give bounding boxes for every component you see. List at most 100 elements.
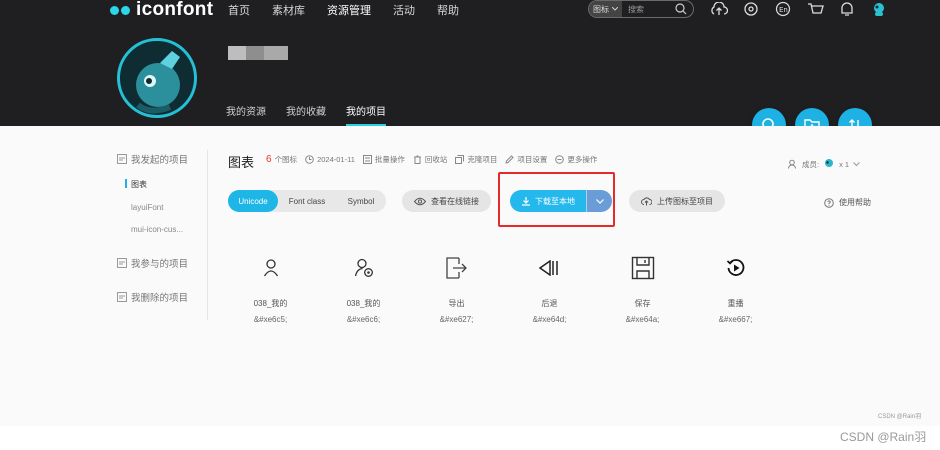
user-avatar-icon[interactable] — [869, 0, 889, 18]
mode-switch: Unicode Font class Symbol — [228, 190, 386, 212]
search-input[interactable]: 搜索 — [628, 4, 644, 15]
icon-code[interactable]: &#xe64a; — [596, 315, 689, 324]
help-icon — [824, 197, 834, 208]
project-title-row: 图表 — [228, 152, 254, 171]
members-icon — [788, 159, 796, 169]
main-nav: 首页 素材库 资源管理 活动 帮助 — [228, 2, 481, 18]
project-sidebar: 我发起的项目 图表 layuiFont mui-icon-cus... 我参与的… — [117, 152, 207, 304]
icon-count: 6 个图标 — [266, 154, 297, 165]
project-settings-label: 项目设置 — [517, 155, 548, 164]
tab-my-favorites[interactable]: 我的收藏 — [286, 103, 326, 126]
upload-icons-label: 上传图标至项目 — [657, 196, 713, 206]
icon-card[interactable]: 重播 &#xe667; — [689, 254, 782, 324]
usage-help-label: 使用帮助 — [839, 198, 871, 207]
nav-activity[interactable]: 活动 — [393, 2, 415, 18]
project-settings[interactable]: 项目设置 — [505, 154, 547, 165]
project-meta: 6 个图标 2024-01-11 批量操作 回收站 克隆项目 项目设置 更多操作 — [266, 154, 597, 165]
icon-card[interactable]: 038_我的 &#xe6c6; — [317, 254, 410, 324]
search-box: 图标 搜索 — [588, 0, 694, 18]
icon-name: 导出 — [448, 299, 465, 308]
username-redacted — [228, 46, 288, 60]
member-avatar-icon — [825, 159, 834, 167]
sidebar-joined-projects[interactable]: 我参与的项目 — [117, 256, 207, 270]
download-highlight-box — [498, 172, 615, 227]
sidebar-my-projects-label: 我发起的项目 — [131, 155, 189, 166]
recycle-bin[interactable]: 回收站 — [413, 154, 448, 165]
user-avatar[interactable] — [117, 38, 197, 118]
view-online-link-button[interactable]: 查看在线链接 — [402, 190, 491, 212]
icon-card[interactable]: 保存 &#xe64a; — [596, 254, 689, 324]
settings-wheel-icon[interactable] — [741, 0, 761, 18]
icon-card[interactable]: 导出 &#xe627; — [410, 254, 503, 324]
nav-library[interactable]: 素材库 — [272, 2, 305, 18]
tab-my-resources[interactable]: 我的资源 — [226, 103, 266, 126]
clock-icon — [305, 155, 314, 164]
logo-mark-icon — [110, 2, 132, 18]
icon-code[interactable]: &#xe6c6; — [317, 315, 410, 324]
upload-cloud-icon[interactable] — [709, 0, 729, 18]
batch-operation-label: 批量操作 — [374, 155, 405, 164]
icon-code[interactable]: &#xe627; — [410, 315, 503, 324]
sidebar-divider — [207, 150, 208, 320]
edit-icon — [505, 155, 515, 164]
icon-name: 保存 — [634, 299, 651, 308]
batch-operation[interactable]: 批量操作 — [362, 154, 405, 165]
view-online-link-label: 查看在线链接 — [431, 196, 479, 206]
icon-code[interactable]: &#xe6c5; — [224, 315, 317, 324]
search-type-select[interactable]: 图标 — [589, 1, 622, 17]
icon-name: 后退 — [541, 299, 558, 308]
header-actions: En — [709, 0, 889, 18]
language-en-icon[interactable]: En — [773, 0, 793, 18]
user-icon — [263, 259, 278, 277]
sidebar-my-projects[interactable]: 我发起的项目 — [117, 152, 207, 166]
iconfont-logo[interactable]: iconfont — [110, 0, 213, 20]
project-date: 2024-01-11 — [305, 155, 355, 164]
save-icon — [631, 256, 654, 280]
sidebar-deleted-projects[interactable]: 我删除的项目 — [117, 290, 207, 304]
eye-icon — [414, 197, 426, 205]
mode-font-class[interactable]: Font class — [278, 190, 336, 212]
icon-code[interactable]: &#xe64d; — [503, 315, 596, 324]
sidebar-item-mui-icon[interactable]: mui-icon-cus... — [117, 225, 207, 234]
project-title: 图表 — [228, 155, 255, 170]
mode-symbol[interactable]: Symbol — [336, 190, 386, 212]
icon-count-unit: 个图标 — [274, 155, 298, 164]
sidebar-joined-label: 我参与的项目 — [131, 259, 189, 270]
folder-icon — [117, 154, 127, 164]
usage-help[interactable]: 使用帮助 — [824, 197, 871, 208]
icon-count-number: 6 — [266, 154, 272, 165]
icon-card[interactable]: 后退 &#xe64d; — [503, 254, 596, 324]
sidebar-item-layuifont[interactable]: layuiFont — [117, 203, 207, 212]
members-count: x 1 — [839, 159, 850, 169]
tab-my-projects[interactable]: 我的项目 — [346, 103, 386, 126]
icon-code[interactable]: &#xe667; — [689, 315, 782, 324]
icon-card[interactable]: 038_我的 &#xe6c5; — [224, 254, 317, 324]
profile-tabs: 我的资源 我的收藏 我的项目 — [226, 103, 406, 126]
chevron-down-icon — [853, 161, 860, 166]
upload-cloud-icon — [641, 197, 652, 206]
batch-icon — [362, 155, 372, 164]
search-icon[interactable] — [675, 3, 687, 15]
icon-name: 重播 — [727, 299, 744, 308]
watermark: CSDN @Rain羽 — [840, 430, 927, 444]
search-type-label: 图标 — [593, 4, 609, 14]
nav-help[interactable]: 帮助 — [437, 2, 459, 18]
upload-icons-button[interactable]: 上传图标至项目 — [629, 190, 725, 212]
cart-icon[interactable] — [805, 0, 825, 18]
sidebar-item-charts[interactable]: 图表 — [117, 179, 207, 190]
clone-project[interactable]: 克隆项目 — [455, 154, 497, 165]
bell-icon[interactable] — [837, 0, 857, 18]
project-date-text: 2024-01-11 — [317, 155, 355, 164]
more-operations[interactable]: 更多操作 — [555, 154, 597, 165]
recycle-bin-label: 回收站 — [424, 155, 448, 164]
mode-unicode[interactable]: Unicode — [228, 190, 278, 212]
nav-home[interactable]: 首页 — [228, 2, 250, 18]
svg-text:En: En — [779, 6, 788, 14]
nav-resource-management[interactable]: 资源管理 — [327, 2, 371, 18]
members[interactable]: 成员: x 1 — [788, 158, 860, 170]
more-operations-label: 更多操作 — [567, 155, 598, 164]
clone-project-label: 克隆项目 — [467, 155, 498, 164]
folder-icon — [117, 292, 127, 302]
rewind-icon — [538, 260, 558, 276]
trash-icon — [413, 155, 421, 164]
